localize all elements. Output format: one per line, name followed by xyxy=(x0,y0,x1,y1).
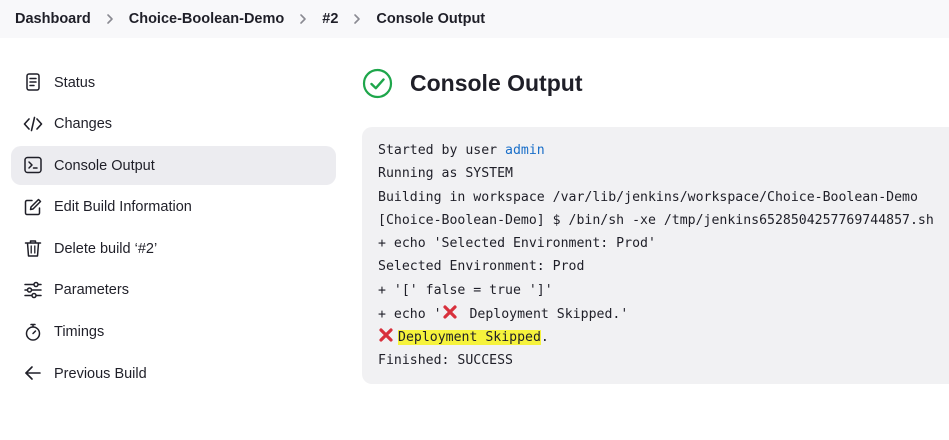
chevron-right-icon xyxy=(297,13,309,25)
breadcrumb: Dashboard Choice-Boolean-Demo #2 Console… xyxy=(0,0,949,38)
terminal-icon xyxy=(23,155,43,175)
stopwatch-icon xyxy=(23,322,43,342)
sidebar-item-label: Parameters xyxy=(54,282,129,299)
console-line: Running as SYSTEM xyxy=(378,166,513,182)
highlighted-text: Deployment Skipped xyxy=(398,330,541,346)
console-output-panel: Started by user admin Running as SYSTEM … xyxy=(362,127,949,384)
breadcrumb-console-output[interactable]: Console Output xyxy=(376,11,485,27)
console-line: + '[' false = true ']' xyxy=(378,282,553,298)
breadcrumb-dashboard[interactable]: Dashboard xyxy=(15,11,91,27)
page-title: Console Output xyxy=(410,69,583,96)
breadcrumb-build[interactable]: #2 xyxy=(322,11,338,27)
console-line: Deployment Skipped. xyxy=(378,327,934,350)
document-icon xyxy=(23,72,43,92)
sidebar-item-label: Timings xyxy=(54,324,105,341)
sidebar-item-previous-build[interactable]: Previous Build xyxy=(11,354,336,393)
chevron-right-icon xyxy=(351,13,363,25)
sidebar-item-timings[interactable]: Timings xyxy=(11,313,336,352)
sidebar-item-parameters[interactable]: Parameters xyxy=(11,271,336,310)
sidebar-item-edit-build-information[interactable]: Edit Build Information xyxy=(11,188,336,227)
console-echo-suffix: Deployment Skipped.' xyxy=(461,307,629,323)
page-header: Console Output xyxy=(362,66,582,100)
sidebar-item-label: Status xyxy=(54,74,96,91)
breadcrumb-job[interactable]: Choice-Boolean-Demo xyxy=(129,11,285,27)
sidebar-item-changes[interactable]: Changes xyxy=(11,105,336,144)
console-line: [Choice-Boolean-Demo] $ /bin/sh -xe /tmp… xyxy=(378,212,934,228)
console-line: + echo ' Deployment Skipped.' xyxy=(378,304,934,327)
sliders-icon xyxy=(23,280,43,300)
sidebar-item-label: Delete build ‘#2’ xyxy=(54,240,158,257)
sidebar-item-console-output[interactable]: Console Output xyxy=(11,146,336,186)
edit-icon xyxy=(23,197,43,217)
sidebar: Status Changes Console Output Edit Build… xyxy=(11,63,336,396)
console-started-prefix: Started by user xyxy=(378,143,506,158)
console-line: Started by user admin xyxy=(378,141,934,164)
sidebar-item-label: Previous Build xyxy=(54,365,147,382)
sidebar-item-label: Console Output xyxy=(54,157,155,174)
console-line: Building in workspace /var/lib/jenkins/w… xyxy=(378,189,918,205)
arrow-left-icon xyxy=(23,363,43,383)
console-echo-prefix: + echo ' xyxy=(378,307,442,323)
sidebar-item-status[interactable]: Status xyxy=(11,63,336,102)
sidebar-item-delete-build[interactable]: Delete build ‘#2’ xyxy=(11,229,336,268)
sidebar-item-label: Changes xyxy=(54,116,113,133)
cross-mark-icon xyxy=(378,327,394,343)
console-skip-tail: . xyxy=(540,330,549,346)
console-line: + echo 'Selected Environment: Prod' xyxy=(378,236,656,252)
user-link[interactable]: admin xyxy=(505,143,545,158)
chevron-right-icon xyxy=(104,13,116,25)
console-line: Selected Environment: Prod xyxy=(378,259,585,275)
trash-icon xyxy=(23,238,43,258)
success-check-icon xyxy=(362,68,393,99)
console-line: Finished: SUCCESS xyxy=(378,352,513,368)
sidebar-item-label: Edit Build Information xyxy=(54,199,192,216)
cross-mark-icon xyxy=(442,304,458,320)
code-icon xyxy=(23,114,43,134)
